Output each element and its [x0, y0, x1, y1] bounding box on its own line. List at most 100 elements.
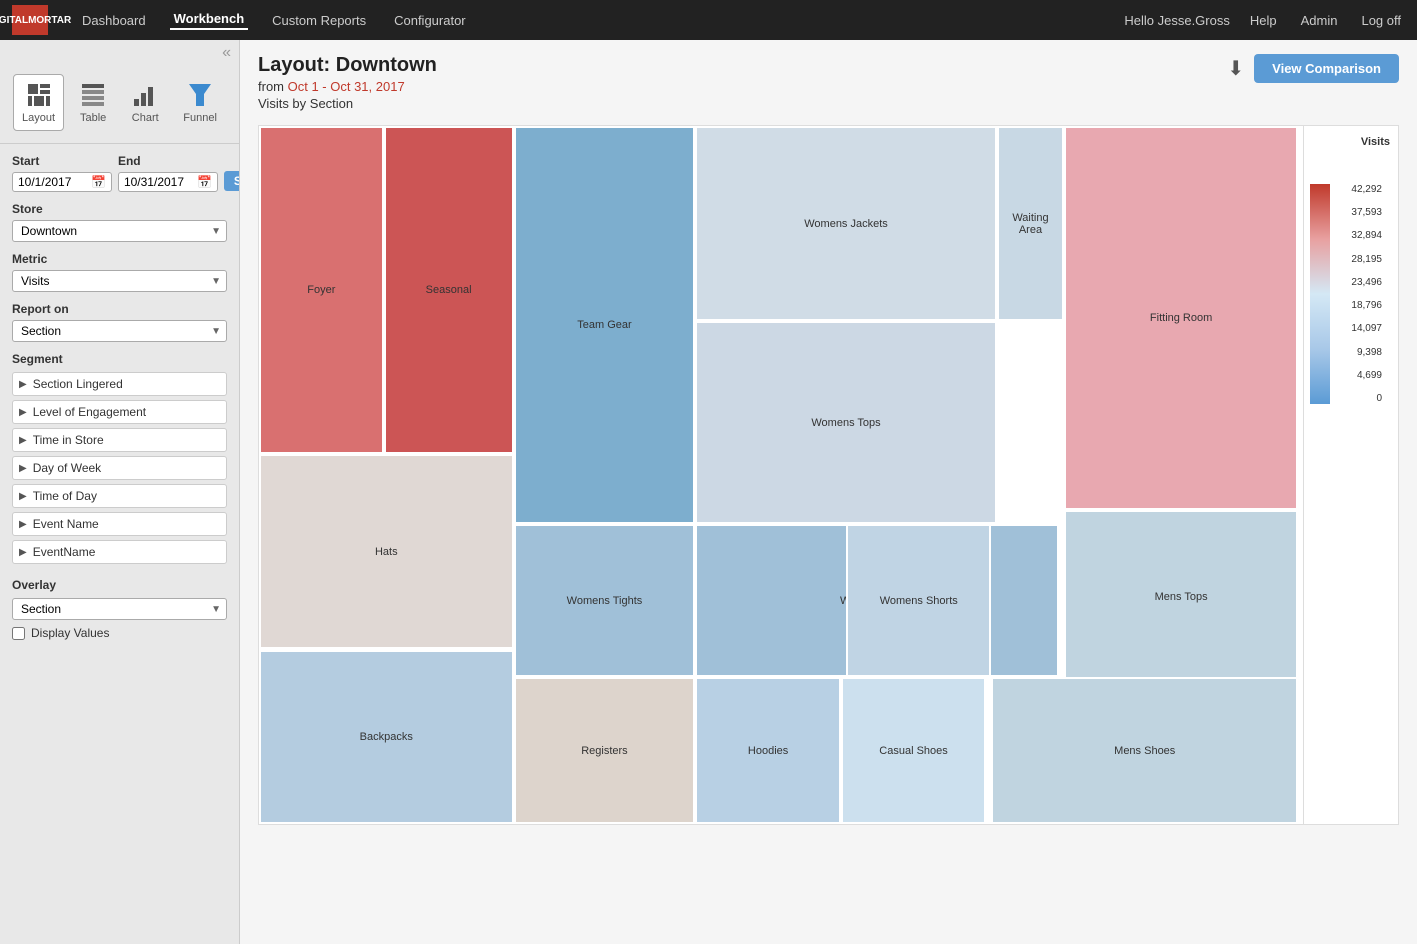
display-values-checkbox[interactable] — [12, 627, 25, 640]
layout-icon — [25, 81, 53, 109]
segment-item-label-6: EventName — [33, 545, 96, 559]
segment-section: Segment ▶ Section Lingered ▶ Level of En… — [0, 352, 239, 578]
user-section: Hello Jesse.Gross Help Admin Log off — [1124, 13, 1405, 28]
treemap-canvas: Foyer Seasonal Team Gear Womens JacketsWait… — [259, 126, 1298, 824]
cell-label-backpacks: Backpacks — [358, 729, 415, 745]
nav-dashboard[interactable]: Dashboard — [78, 13, 150, 28]
date-range-group: Start 📅 End 📅 Set — [12, 154, 227, 192]
header-actions: ⬇ View Comparison — [1227, 54, 1399, 83]
segment-item-eventname[interactable]: ▶ EventName — [12, 540, 227, 564]
cell-hoodies[interactable]: Hoodies — [695, 677, 840, 824]
cell-womens_tights[interactable]: Womens Tights — [514, 524, 696, 678]
funnel-view-btn[interactable]: Funnel — [174, 74, 226, 131]
segment-item-label-4: Time of Day — [33, 489, 97, 503]
table-icon — [79, 81, 107, 109]
segment-item-label-2: Time in Store — [33, 433, 104, 447]
layout-view-btn[interactable]: Layout — [13, 74, 64, 131]
overlay-label: Overlay — [12, 578, 227, 592]
nav-custom-reports[interactable]: Custom Reports — [268, 13, 370, 28]
legend-val-6: 14,097 — [1351, 323, 1382, 334]
cell-womens_jackets[interactable]: Womens Jackets — [695, 126, 996, 321]
segment-item-event-name[interactable]: ▶ Event Name — [12, 512, 227, 536]
date-prefix: from — [258, 79, 284, 94]
cell-backpacks[interactable]: Backpacks — [259, 650, 514, 825]
funnel-icon — [186, 81, 214, 109]
brand-logo: DIGITAL MORTAR — [12, 5, 48, 35]
segment-item-level-engagement[interactable]: ▶ Level of Engagement — [12, 400, 227, 424]
cell-casual_shoes[interactable]: Casual Shoes — [841, 677, 986, 824]
sidebar-collapse-btn[interactable]: « — [0, 40, 239, 66]
store-select[interactable]: Downtown Uptown Midtown — [12, 220, 227, 242]
cell-fitting_room[interactable]: Fitting Room — [1064, 126, 1298, 510]
segment-arrow-1: ▶ — [19, 407, 27, 418]
metric-select[interactable]: Visits Dwell Time Conversions — [12, 270, 227, 292]
segment-item-label-5: Event Name — [33, 517, 99, 531]
content-title: Layout: Downtown from Oct 1 - Oct 31, 20… — [258, 54, 437, 111]
table-label: Table — [80, 112, 106, 124]
segment-arrow-6: ▶ — [19, 547, 27, 558]
store-select-wrap: Downtown Uptown Midtown ▼ — [12, 220, 227, 242]
cell-registers[interactable]: Registers — [514, 677, 696, 824]
end-date-input[interactable]: 📅 — [118, 172, 218, 192]
cell-label-foyer: Foyer — [305, 282, 337, 298]
start-cal-icon[interactable]: 📅 — [91, 175, 106, 189]
store-label: Store — [12, 202, 227, 216]
cell-seasonal[interactable]: Seasonal — [384, 126, 514, 454]
cell-label-hats: Hats — [373, 544, 400, 560]
cell-label-team_gear: Team Gear — [575, 317, 633, 333]
chart-view-btn[interactable]: Chart — [122, 74, 168, 131]
overlay-section: Overlay Section Zone ▼ Display Values — [0, 578, 239, 650]
legend-val-2: 32,894 — [1351, 230, 1382, 241]
content-header: Layout: Downtown from Oct 1 - Oct 31, 20… — [258, 54, 1399, 111]
layout-label: Layout — [22, 112, 55, 124]
legend-val-1: 37,593 — [1351, 207, 1382, 218]
legend-labels: 42,292 37,593 32,894 28,195 23,496 18,79… — [1351, 184, 1382, 404]
cell-team_gear[interactable]: Team Gear — [514, 126, 696, 524]
legend-title: Visits — [1312, 136, 1390, 148]
download-button[interactable]: ⬇ — [1227, 56, 1244, 81]
cell-womens_shorts2[interactable]: Womens Shorts — [846, 524, 991, 678]
legend-val-5: 18,796 — [1351, 300, 1382, 311]
start-date-field[interactable] — [18, 175, 88, 189]
top-nav: DIGITAL MORTAR Dashboard Workbench Custo… — [0, 0, 1417, 40]
cell-mens_tops[interactable]: Mens Tops — [1064, 510, 1298, 685]
nav-help[interactable]: Help — [1246, 13, 1281, 28]
cell-socks[interactable]: Socks — [514, 824, 696, 825]
table-view-btn[interactable]: Table — [70, 74, 116, 131]
cell-label-mens_tops: Mens Tops — [1153, 589, 1210, 605]
end-date-field[interactable] — [124, 175, 194, 189]
segment-item-section-lingered[interactable]: ▶ Section Lingered — [12, 372, 227, 396]
start-date-input[interactable]: 📅 — [12, 172, 112, 192]
cell-hats[interactable]: Hats — [259, 454, 514, 649]
view-comparison-button[interactable]: View Comparison — [1254, 54, 1399, 83]
segment-label: Segment — [12, 352, 227, 366]
cell-mens_shoes[interactable]: Mens Shoes — [991, 677, 1298, 824]
nav-logoff[interactable]: Log off — [1357, 13, 1405, 28]
nav-workbench[interactable]: Workbench — [170, 11, 249, 30]
segment-arrow-0: ▶ — [19, 379, 27, 390]
report-on-select[interactable]: Section Zone Floor — [12, 320, 227, 342]
overlay-select-wrap: Section Zone ▼ — [12, 598, 227, 620]
segment-item-label-1: Level of Engagement — [33, 405, 146, 419]
end-cal-icon[interactable]: 📅 — [197, 175, 212, 189]
cell-label-fitting_room: Fitting Room — [1148, 310, 1214, 326]
overlay-select[interactable]: Section Zone — [12, 598, 227, 620]
end-label: End — [118, 154, 218, 168]
segment-item-day-of-week[interactable]: ▶ Day of Week — [12, 456, 227, 480]
nav-admin[interactable]: Admin — [1297, 13, 1342, 28]
cell-foyer[interactable]: Foyer — [259, 126, 384, 454]
cell-label-hoodies: Hoodies — [746, 743, 790, 759]
set-date-button[interactable]: Set — [224, 171, 240, 191]
nav-configurator[interactable]: Configurator — [390, 13, 470, 28]
cell-label-casual_shoes: Casual Shoes — [877, 743, 950, 759]
cell-waiting_area[interactable]: Waiting Area — [997, 126, 1065, 321]
cell-mens_jackets[interactable]: Mens Jackets — [991, 824, 1298, 825]
subtitle: Visits by Section — [258, 96, 437, 111]
sidebar: « Layout — [0, 40, 240, 944]
cell-womens_tops[interactable]: Womens Tops — [695, 321, 996, 523]
cell-running_shoes[interactable]: Running Shoes — [695, 824, 991, 825]
segment-item-time-of-day[interactable]: ▶ Time of Day — [12, 484, 227, 508]
report-on-label: Report on — [12, 302, 227, 316]
segment-item-time-in-store[interactable]: ▶ Time in Store — [12, 428, 227, 452]
metric-select-wrap: Visits Dwell Time Conversions ▼ — [12, 270, 227, 292]
